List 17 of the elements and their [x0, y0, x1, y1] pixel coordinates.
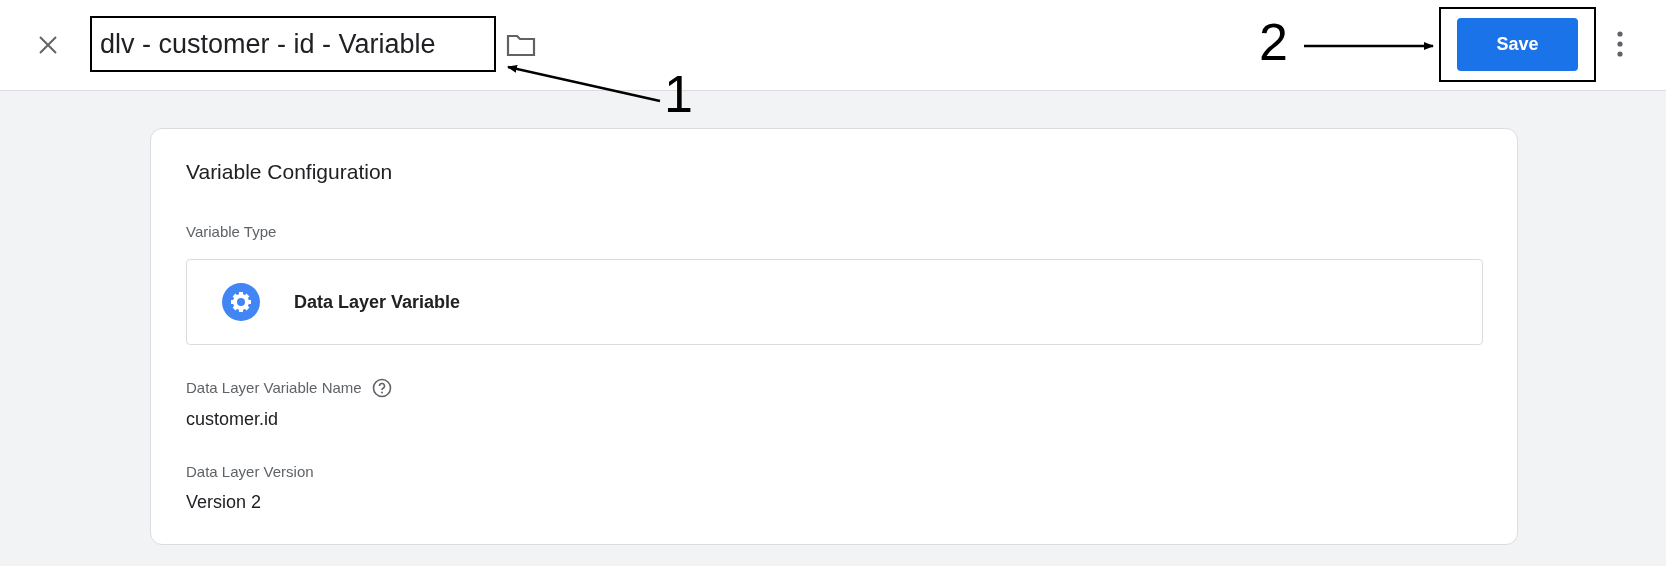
variable-type-name: Data Layer Variable — [294, 290, 461, 314]
field-value: Version 2 — [186, 491, 263, 514]
help-icon[interactable] — [371, 378, 392, 399]
annotation-number: 1 — [664, 68, 693, 120]
save-button[interactable]: Save — [1457, 18, 1578, 71]
annotation-number: 2 — [1259, 16, 1288, 68]
field-label: Variable Type — [186, 222, 277, 242]
gear-icon — [222, 283, 260, 321]
field-label: Data Layer Variable Name — [186, 378, 362, 398]
field-value: customer.id — [186, 407, 280, 431]
folder-icon[interactable] — [506, 33, 536, 57]
close-icon[interactable] — [38, 35, 58, 55]
variable-title[interactable]: dlv - customer - id - Variable — [100, 23, 436, 65]
card-title: Variable Configuration — [186, 159, 393, 185]
variable-type-card[interactable]: Data Layer Variable — [186, 259, 1483, 345]
field-label: Data Layer Version — [186, 461, 314, 482]
more-icon[interactable] — [1616, 30, 1624, 58]
